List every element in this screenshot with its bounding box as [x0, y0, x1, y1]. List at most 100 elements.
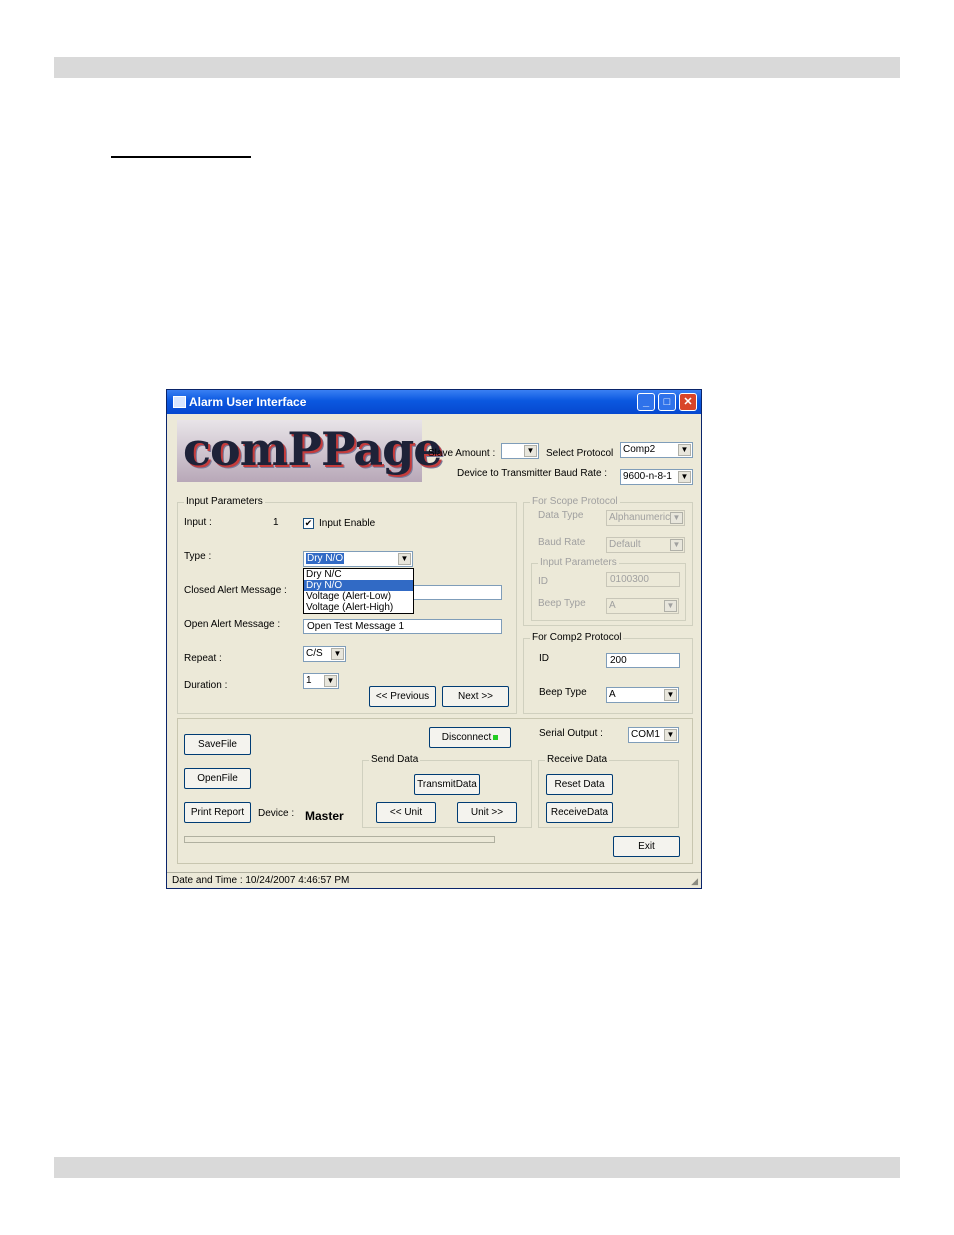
- scope-protocol-title: For Scope Protocol: [530, 496, 620, 507]
- comp2-id-label: ID: [539, 653, 549, 664]
- connection-led-icon: [493, 734, 499, 740]
- chevron-down-icon: ▼: [678, 471, 691, 483]
- serial-output-label: Serial Output :: [539, 728, 603, 739]
- input-label: Input :: [184, 517, 212, 528]
- scope-beep-type-value: A: [609, 600, 616, 611]
- chevron-down-icon: ▼: [664, 689, 677, 701]
- scope-beep-type-label: Beep Type: [538, 598, 586, 609]
- duration-label: Duration :: [184, 680, 228, 691]
- select-protocol-label: Select Protocol: [546, 448, 614, 459]
- input-enable-checkbox[interactable]: ✔: [303, 518, 314, 529]
- input-enable-label: Input Enable: [319, 518, 376, 529]
- data-type-label: Data Type: [538, 510, 584, 521]
- page-footer-band: [54, 1157, 900, 1178]
- type-option-voltage-low[interactable]: Voltage (Alert-Low): [304, 591, 413, 602]
- window-title: Alarm User Interface: [189, 395, 307, 409]
- scope-beep-type-select[interactable]: A ▼: [606, 598, 679, 614]
- duration-select[interactable]: 1 ▼: [303, 673, 339, 689]
- reset-data-button[interactable]: Reset Data: [546, 774, 613, 795]
- chevron-down-icon: ▼: [664, 600, 677, 612]
- transmit-data-button[interactable]: TransmitData: [414, 774, 480, 795]
- type-option-dry-no[interactable]: Dry N/O: [304, 580, 413, 591]
- scope-input-parameters-title: Input Parameters: [538, 557, 619, 568]
- logo-text: comPPage: [183, 422, 443, 476]
- chevron-down-icon: ▼: [670, 539, 683, 551]
- input-parameters-title: Input Parameters: [184, 496, 265, 507]
- scope-baud-rate-value: Default: [609, 539, 641, 550]
- minimize-button[interactable]: _: [637, 393, 655, 411]
- close-button[interactable]: ✕: [679, 393, 697, 411]
- type-value: Dry N/O: [306, 553, 345, 564]
- open-file-button[interactable]: OpenFile: [184, 768, 251, 789]
- scope-id-label: ID: [538, 576, 548, 587]
- app-icon: [173, 396, 186, 408]
- next-button[interactable]: Next >>: [442, 686, 509, 707]
- chevron-down-icon: ▼: [664, 729, 677, 741]
- type-option-voltage-high[interactable]: Voltage (Alert-High): [304, 602, 413, 613]
- chevron-down-icon: ▼: [670, 512, 683, 524]
- save-file-button[interactable]: SaveFile: [184, 734, 251, 755]
- page-header-band: [54, 57, 900, 78]
- chevron-down-icon: ▼: [331, 648, 344, 660]
- repeat-select[interactable]: C/S ▼: [303, 646, 346, 662]
- previous-button[interactable]: << Previous: [369, 686, 436, 707]
- chevron-down-icon: ▼: [524, 445, 537, 457]
- chevron-down-icon: ▼: [678, 444, 691, 456]
- resize-grip-icon[interactable]: ◢: [691, 876, 698, 887]
- receive-data-title: Receive Data: [545, 754, 610, 765]
- device-label: Device :: [258, 808, 295, 819]
- comp2-beep-type-value: A: [609, 689, 616, 700]
- comp2-beep-type-label: Beep Type: [539, 687, 587, 698]
- status-bar: Date and Time : 10/24/2007 4:46:57 PM ◢: [167, 872, 701, 889]
- open-alert-label: Open Alert Message :: [184, 619, 281, 630]
- open-alert-value: Open Test Message 1: [307, 621, 405, 632]
- type-option-dry-nc[interactable]: Dry N/C: [304, 569, 413, 580]
- repeat-label: Repeat :: [184, 653, 222, 664]
- send-data-title: Send Data: [369, 754, 421, 765]
- baud-rate-label: Device to Transmitter Baud Rate :: [457, 468, 608, 479]
- comp2-beep-type-select[interactable]: A ▼: [606, 687, 679, 703]
- type-dropdown-list: Dry N/C Dry N/O Voltage (Alert-Low) Volt…: [303, 568, 414, 614]
- scope-id-value: 0100300: [610, 574, 649, 585]
- comp2-protocol-title: For Comp2 Protocol: [530, 632, 624, 643]
- comp2-id-input[interactable]: 200: [606, 653, 680, 668]
- progress-bar: [184, 836, 495, 843]
- repeat-value: C/S: [306, 648, 323, 659]
- maximize-button[interactable]: □: [658, 393, 676, 411]
- title-bar[interactable]: Alarm User Interface _ □ ✕: [167, 390, 701, 414]
- open-alert-input[interactable]: Open Test Message 1: [303, 619, 502, 634]
- type-label: Type :: [184, 551, 212, 562]
- comppage-logo: comPPage: [177, 420, 443, 482]
- slave-amount-label: Slave Amount :: [428, 448, 496, 459]
- receive-data-button[interactable]: ReceiveData: [546, 802, 613, 823]
- scope-baud-rate-select[interactable]: Default ▼: [606, 537, 685, 553]
- slave-amount-select[interactable]: ▼: [501, 443, 539, 459]
- device-value: Master: [305, 809, 344, 823]
- next-unit-button[interactable]: Unit >>: [457, 802, 517, 823]
- data-type-select[interactable]: Alphanumeric ▼: [606, 510, 685, 526]
- print-report-button[interactable]: Print Report: [184, 802, 251, 823]
- baud-rate-label-scope: Baud Rate: [538, 537, 586, 548]
- input-number: 1: [273, 517, 279, 528]
- chevron-down-icon: ▼: [398, 553, 411, 565]
- previous-unit-button[interactable]: << Unit: [376, 802, 436, 823]
- data-type-value: Alphanumeric: [609, 512, 671, 523]
- scope-id-input[interactable]: 0100300: [606, 572, 680, 587]
- type-select[interactable]: Dry N/O ▼: [303, 551, 413, 567]
- protocol-value: Comp2: [623, 444, 656, 455]
- alarm-user-interface-window: Alarm User Interface _ □ ✕ comPPage Slav…: [166, 389, 702, 889]
- baud-rate-select[interactable]: 9600-n-8-1 ▼: [620, 469, 693, 485]
- disconnect-button[interactable]: Disconnect: [429, 727, 511, 748]
- comp2-id-value: 200: [610, 655, 627, 666]
- duration-value: 1: [306, 675, 312, 686]
- serial-output-value: COM1: [631, 729, 660, 740]
- protocol-select[interactable]: Comp2 ▼: [620, 442, 693, 458]
- date-time-status: Date and Time : 10/24/2007 4:46:57 PM: [172, 875, 350, 886]
- disconnect-label: Disconnect: [441, 732, 492, 743]
- closed-alert-label: Closed Alert Message :: [184, 585, 287, 596]
- baud-rate-value: 9600-n-8-1: [623, 471, 672, 482]
- section-heading-underline: [111, 156, 251, 158]
- exit-button[interactable]: Exit: [613, 836, 680, 857]
- chevron-down-icon: ▼: [324, 675, 337, 687]
- serial-output-select[interactable]: COM1 ▼: [628, 727, 679, 743]
